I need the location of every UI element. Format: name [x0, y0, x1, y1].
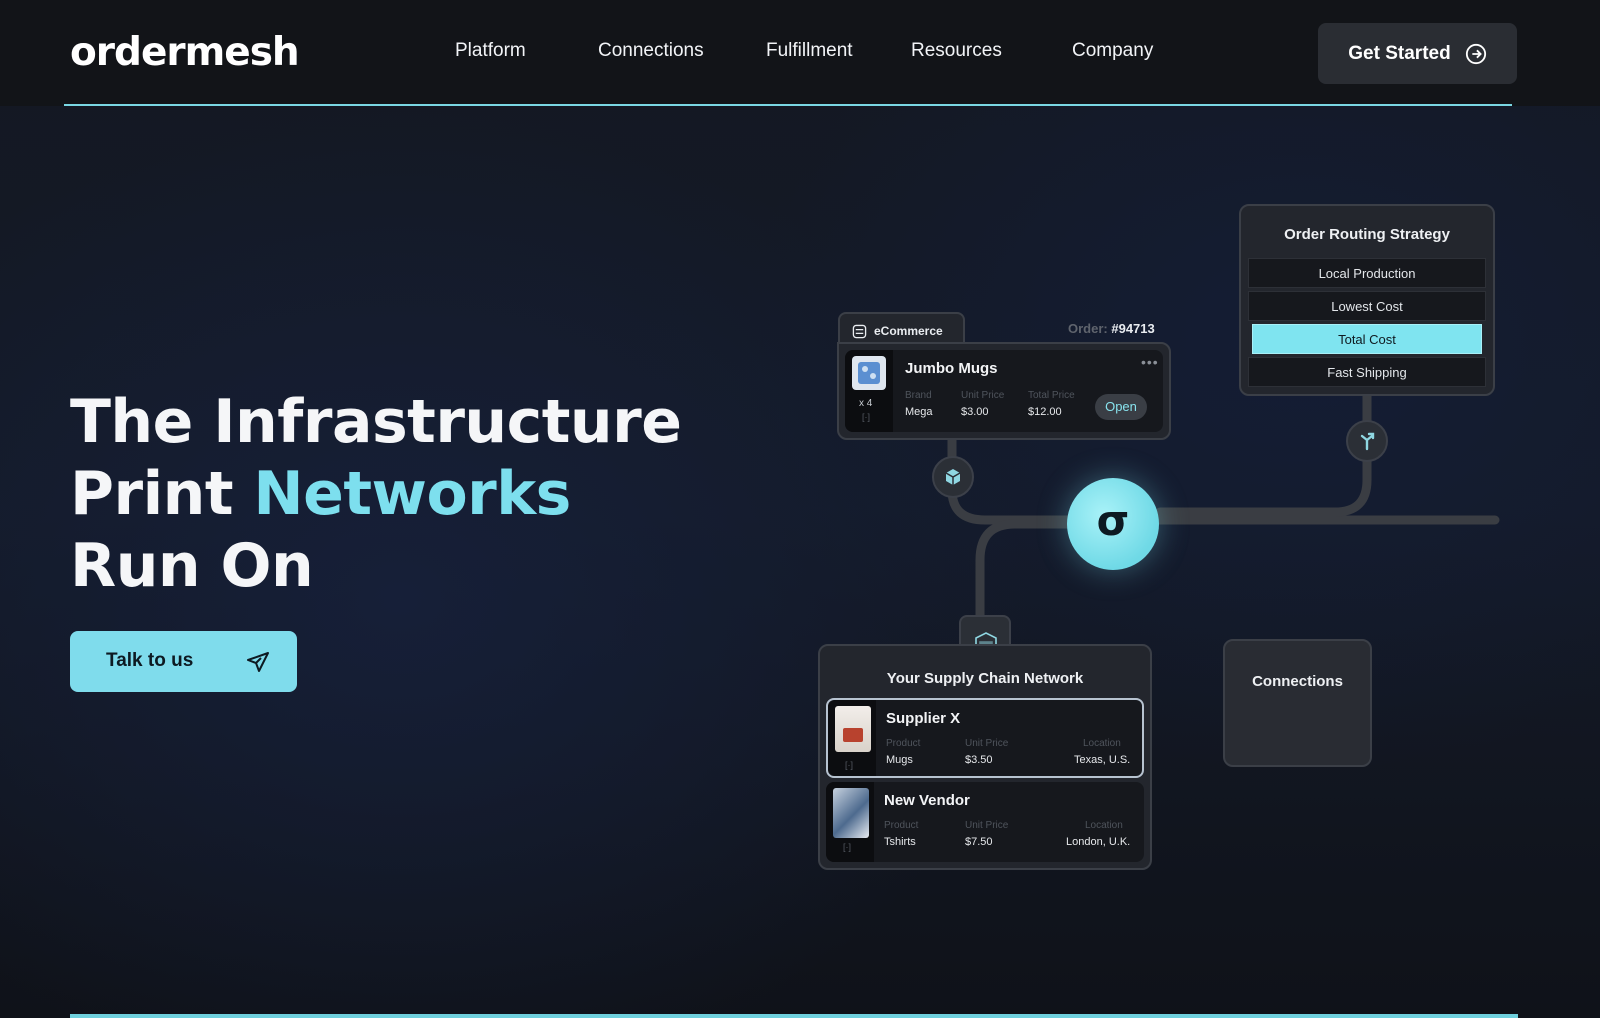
- product-label: Product: [886, 738, 921, 749]
- bottom-divider: [70, 1014, 1518, 1018]
- product-quantity: x 4: [859, 398, 873, 409]
- scan-icon: [·]: [843, 842, 851, 852]
- order-number: Order: #94713: [1068, 321, 1155, 336]
- brand-value: Mega: [905, 406, 933, 418]
- order-routing-card: Order Routing Strategy Local Production …: [1239, 204, 1495, 396]
- supply-chain-card: Your Supply Chain Network [·] Supplier X…: [818, 644, 1152, 870]
- location-value: Texas, U.S.: [1074, 754, 1131, 766]
- unit-price-value: $7.50: [965, 836, 993, 848]
- product-value: Mugs: [886, 754, 913, 766]
- mug-thumbnail: [835, 706, 871, 752]
- supply-chain-title: Your Supply Chain Network: [886, 670, 1084, 687]
- unit-price-label: Unit Price: [965, 820, 1009, 831]
- status-badge[interactable]: Open: [1095, 394, 1147, 420]
- tshirt-thumbnail: [833, 788, 869, 838]
- vendor-row-new-vendor[interactable]: [·] New Vendor Product Tshirts Unit Pric…: [826, 782, 1144, 862]
- scan-icon: [·]: [862, 412, 870, 422]
- routing-node: [1346, 420, 1388, 462]
- routing-title: Order Routing Strategy: [1284, 226, 1450, 243]
- route-option-total-cost[interactable]: Total Cost: [1252, 324, 1482, 354]
- unit-price-value: $3.00: [961, 406, 989, 418]
- total-price-label: Total Price: [1028, 390, 1075, 401]
- ecommerce-order-card[interactable]: x 4 [·] Jumbo Mugs ••• Brand Mega Unit P…: [837, 342, 1171, 440]
- order-product-row[interactable]: x 4 [·] Jumbo Mugs ••• Brand Mega Unit P…: [845, 350, 1163, 432]
- package-icon: [945, 469, 961, 485]
- package-node: [932, 456, 974, 498]
- ordermesh-hub: σ: [1067, 478, 1159, 570]
- product-label: Product: [884, 820, 919, 831]
- order-prefix: Order:: [1068, 321, 1108, 336]
- location-label: Location: [1085, 820, 1123, 831]
- total-price-value: $12.00: [1028, 406, 1062, 418]
- connections-card[interactable]: Connections: [1223, 639, 1372, 767]
- vendor-thumbnail-column: [·]: [826, 782, 874, 862]
- unit-price-label: Unit Price: [961, 390, 1005, 401]
- product-value: Tshirts: [884, 836, 916, 848]
- vendor-thumbnail-column: [·]: [828, 700, 876, 776]
- route-option-local-production[interactable]: Local Production: [1248, 258, 1486, 288]
- route-option-lowest-cost[interactable]: Lowest Cost: [1248, 291, 1486, 321]
- store-icon: [852, 324, 867, 339]
- network-connectors: [947, 391, 1500, 623]
- vendor-row-supplier-x[interactable]: [·] Supplier X Product Mugs Unit Price $…: [826, 698, 1144, 778]
- product-thumbnail-column: x 4 [·]: [845, 350, 893, 432]
- unit-price-label: Unit Price: [965, 738, 1009, 749]
- location-value: London, U.K.: [1066, 836, 1131, 848]
- product-thumbnail: [852, 356, 886, 390]
- location-label: Location: [1083, 738, 1121, 749]
- order-number-value: #94713: [1111, 321, 1155, 336]
- vendor-name: New Vendor: [884, 792, 970, 809]
- route-option-fast-shipping[interactable]: Fast Shipping: [1248, 357, 1486, 387]
- scan-icon: [·]: [845, 760, 853, 770]
- unit-price-value: $3.50: [965, 754, 993, 766]
- more-options-icon[interactable]: •••: [1141, 354, 1159, 370]
- routing-icon: [1360, 432, 1375, 451]
- brand-label: Brand: [905, 390, 932, 401]
- connections-title: Connections: [1252, 673, 1343, 690]
- mug-pattern-icon: [858, 362, 880, 384]
- vendor-name: Supplier X: [886, 710, 961, 727]
- product-name: Jumbo Mugs: [905, 360, 998, 377]
- ecommerce-tab-label: eCommerce: [874, 324, 943, 338]
